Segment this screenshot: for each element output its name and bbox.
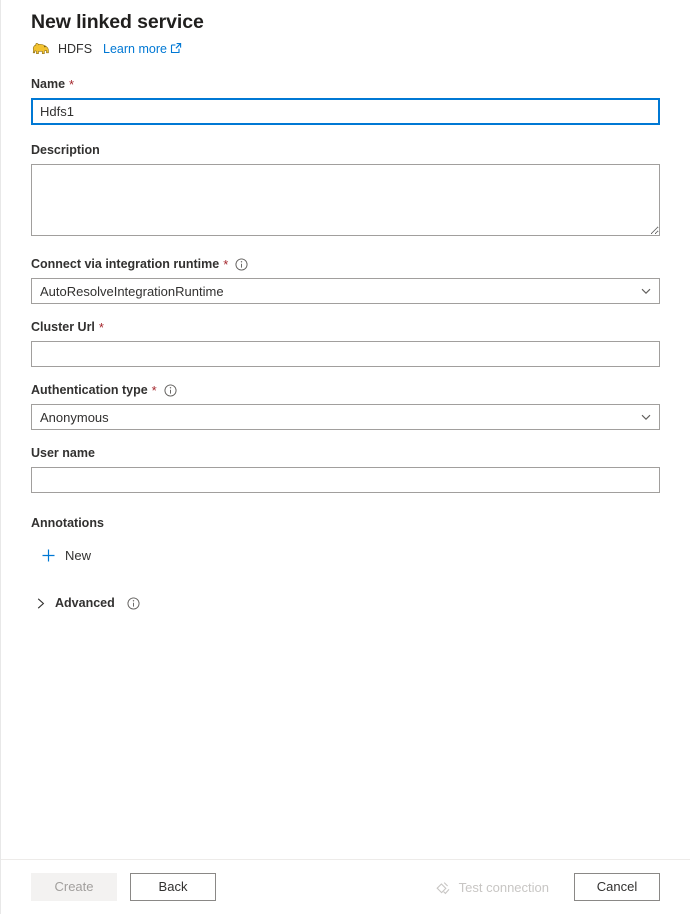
integration-runtime-field-group: Connect via integration runtime * AutoRe…: [31, 256, 660, 304]
integration-runtime-select[interactable]: AutoResolveIntegrationRuntime: [31, 278, 660, 304]
hadoop-elephant-icon: [31, 41, 51, 58]
name-field-group: Name *: [31, 76, 660, 125]
name-label-row: Name *: [31, 76, 660, 93]
cluster-url-input[interactable]: [31, 341, 660, 367]
info-icon[interactable]: [127, 597, 140, 610]
connector-name: HDFS: [58, 41, 92, 58]
page-title: New linked service: [31, 9, 660, 35]
description-label: Description: [31, 142, 100, 159]
name-input[interactable]: [31, 98, 660, 125]
authentication-type-field-group: Authentication type * Anonymous: [31, 382, 660, 430]
learn-more-link[interactable]: Learn more: [103, 41, 182, 58]
add-annotation-button[interactable]: New: [39, 545, 93, 566]
external-link-icon: [170, 42, 182, 54]
integration-runtime-label: Connect via integration runtime: [31, 256, 219, 273]
panel-content: New linked service HDFS Learn more Name …: [1, 0, 690, 859]
name-label: Name: [31, 76, 65, 93]
authentication-type-select-wrap: Anonymous: [31, 404, 660, 430]
integration-runtime-required-marker: *: [222, 258, 228, 271]
user-name-label-row: User name: [31, 445, 660, 462]
back-button[interactable]: Back: [130, 873, 216, 901]
authentication-type-value: Anonymous: [40, 410, 109, 425]
create-button[interactable]: Create: [31, 873, 117, 901]
integration-runtime-select-wrap: AutoResolveIntegrationRuntime: [31, 278, 660, 304]
integration-runtime-label-row: Connect via integration runtime *: [31, 256, 660, 273]
description-textarea[interactable]: [31, 164, 660, 236]
cluster-url-field-group: Cluster Url *: [31, 319, 660, 367]
cancel-button[interactable]: Cancel: [574, 873, 660, 901]
annotations-label: Annotations: [31, 515, 660, 532]
add-annotation-label: New: [65, 547, 91, 564]
name-required-marker: *: [68, 78, 74, 91]
authentication-type-label-row: Authentication type *: [31, 382, 660, 399]
advanced-label: Advanced: [55, 595, 115, 612]
chevron-right-icon: [36, 597, 47, 610]
integration-runtime-value: AutoResolveIntegrationRuntime: [40, 284, 224, 299]
authentication-type-label: Authentication type: [31, 382, 148, 399]
user-name-label: User name: [31, 445, 95, 462]
authentication-type-required-marker: *: [151, 384, 157, 397]
test-connection-label: Test connection: [459, 880, 549, 895]
user-name-field-group: User name: [31, 445, 660, 493]
description-label-row: Description: [31, 142, 660, 159]
cluster-url-label: Cluster Url: [31, 319, 95, 336]
description-field-group: Description: [31, 142, 660, 241]
info-icon[interactable]: [235, 258, 248, 271]
cluster-url-required-marker: *: [98, 321, 104, 334]
advanced-section-toggle[interactable]: Advanced: [36, 595, 140, 612]
learn-more-label: Learn more: [103, 42, 167, 56]
connector-header: HDFS Learn more: [31, 39, 660, 59]
authentication-type-select[interactable]: Anonymous: [31, 404, 660, 430]
info-icon[interactable]: [164, 384, 177, 397]
user-name-input[interactable]: [31, 467, 660, 493]
new-linked-service-panel: New linked service HDFS Learn more Name …: [0, 0, 690, 914]
plus-icon: [41, 548, 56, 563]
plug-connection-icon: [435, 879, 451, 895]
panel-footer: Create Back Test connection Cancel: [1, 859, 690, 914]
cluster-url-label-row: Cluster Url *: [31, 319, 660, 336]
test-connection-button[interactable]: Test connection: [435, 879, 561, 895]
